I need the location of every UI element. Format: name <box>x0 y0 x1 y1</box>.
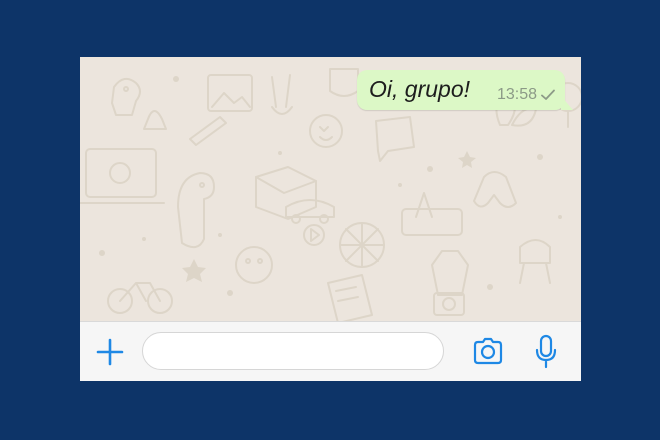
message-input[interactable] <box>142 332 444 370</box>
message-meta: 13:58 <box>497 86 555 104</box>
chat-window: Oi, grupo! 13:58 <box>80 57 581 381</box>
plus-icon[interactable] <box>96 338 124 366</box>
single-check-icon <box>541 89 555 100</box>
camera-icon[interactable] <box>472 336 504 366</box>
outgoing-message-bubble[interactable]: Oi, grupo! 13:58 <box>357 70 573 110</box>
bubble-tail <box>561 96 573 110</box>
message-text: Oi, grupo! <box>369 76 470 102</box>
message-timestamp: 13:58 <box>496 86 537 103</box>
microphone-icon[interactable] <box>534 334 558 370</box>
composer-bar <box>80 321 581 381</box>
